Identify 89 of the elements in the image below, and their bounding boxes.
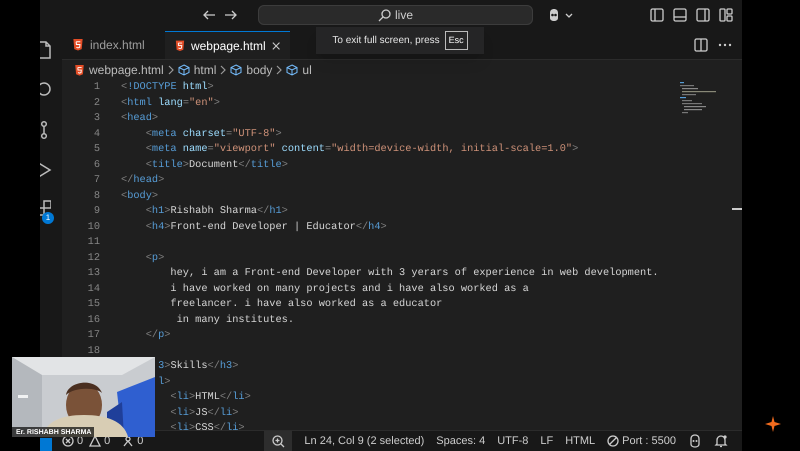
zoom-in-icon xyxy=(272,434,285,448)
breadcrumb-item[interactable]: ul xyxy=(302,61,312,79)
line-number: 13 xyxy=(86,266,100,282)
goggles-icon[interactable] xyxy=(688,434,702,448)
search-field[interactable]: live xyxy=(258,5,533,25)
cube-icon xyxy=(230,64,242,76)
blocks-icon[interactable] xyxy=(40,200,51,216)
line-number: 14 xyxy=(86,282,100,297)
line-number: 9 xyxy=(92,204,100,220)
breadcrumb-item[interactable]: html xyxy=(194,61,216,79)
code-line: </head> xyxy=(121,173,164,188)
html-file-icon xyxy=(72,39,84,51)
code-line: <h1>Rishabh Sharma</h1> xyxy=(146,204,288,220)
code-line: freelancer. i have also worked as a educator xyxy=(170,297,442,312)
line-number: 11 xyxy=(86,235,100,250)
search-icon xyxy=(378,8,391,22)
files-icon[interactable] xyxy=(40,40,54,60)
line-number: 8 xyxy=(92,188,100,204)
sidebar-left-icon[interactable] xyxy=(650,8,664,22)
line-number: 12 xyxy=(86,250,100,266)
line-number: 4 xyxy=(92,126,100,142)
status-item[interactable]: HTML xyxy=(565,432,596,450)
line-number: 1 xyxy=(92,80,100,96)
chevron-icon xyxy=(276,65,282,75)
forward-arrow-icon[interactable] xyxy=(224,8,238,22)
back-arrow-icon[interactable] xyxy=(202,8,216,22)
status-item[interactable]: LF xyxy=(540,432,554,450)
spark-icon xyxy=(765,416,781,432)
code-line: <meta charset="UTF-8"> xyxy=(146,126,282,142)
code-line: <li>JS</li> xyxy=(170,406,238,421)
cube-icon xyxy=(178,64,190,76)
code-line: l> xyxy=(158,374,170,390)
error-icon xyxy=(62,435,74,447)
goggles-icon[interactable] xyxy=(547,8,561,22)
play-icon[interactable] xyxy=(40,160,54,180)
port-button[interactable]: Port : 5500 xyxy=(607,432,676,450)
code-line: 3>Skills</h3> xyxy=(158,359,238,374)
code-line: <p> xyxy=(146,250,164,266)
no-entry-icon xyxy=(607,435,620,447)
warning-icon xyxy=(89,435,102,447)
code-line: </p> xyxy=(146,328,170,344)
chevron-icon xyxy=(168,65,174,75)
code-line: <li>HTML</li> xyxy=(170,390,251,406)
code-line: <head> xyxy=(121,111,158,126)
html-file-icon xyxy=(175,40,185,52)
breadcrumb-item[interactable]: webpage.html xyxy=(89,61,164,79)
line-number: 18 xyxy=(86,344,100,359)
status-item[interactable]: UTF-8 xyxy=(497,432,528,450)
split-editor-icon[interactable] xyxy=(694,38,708,52)
code-line: <li>CSS</li> xyxy=(170,421,245,430)
line-number: 7 xyxy=(92,173,100,188)
line-number: 15 xyxy=(86,297,100,312)
code-line: hey, i am a Front-end Developer with 3 yerars of experience in web development. xyxy=(170,266,659,282)
line-number: 10 xyxy=(86,220,100,235)
code-line: i have worked on many projects and i have also worked as a xyxy=(170,282,529,297)
more-icon[interactable] xyxy=(718,43,732,47)
scroll-marker xyxy=(732,208,742,210)
minimap xyxy=(680,82,716,114)
antenna-icon xyxy=(122,435,134,447)
line-number: 6 xyxy=(92,158,100,173)
line-number: 5 xyxy=(92,142,100,158)
cube-icon xyxy=(286,64,298,76)
editor-tab[interactable]: webpage.html xyxy=(165,31,290,59)
line-number: 2 xyxy=(92,96,100,111)
code-line: in many institutes. xyxy=(176,312,294,328)
code-line: <h4>Front-end Developer | Educator</h4> xyxy=(146,220,387,235)
line-number: 16 xyxy=(86,312,100,328)
chevron-icon xyxy=(220,65,226,75)
layout-icon[interactable] xyxy=(719,8,733,22)
bell-icon[interactable] xyxy=(714,434,728,448)
code-line: <!DOCTYPE html> xyxy=(121,80,214,96)
code-line: <body> xyxy=(121,188,158,204)
status-item[interactable]: Spaces: 4 xyxy=(436,432,486,450)
key-label: Esc xyxy=(444,30,468,50)
status-item[interactable]: Ln 24, Col 9 (2 selected) xyxy=(304,432,424,450)
zoom-button[interactable] xyxy=(264,430,292,451)
panel-bottom-icon[interactable] xyxy=(673,8,687,22)
close-icon[interactable] xyxy=(272,40,280,50)
line-number: 3 xyxy=(92,111,100,126)
toast-text: To exit full screen, press xyxy=(332,34,440,48)
code-line: <html lang="en"> xyxy=(121,96,220,111)
html-file-icon xyxy=(74,64,85,76)
sidebar-right-icon[interactable] xyxy=(696,8,710,22)
chevron-down-icon[interactable] xyxy=(565,12,573,18)
code-line: <meta name="viewport" content="width=device-width, initial-scale=1.0"> xyxy=(146,142,578,158)
breadcrumb-item[interactable]: body xyxy=(246,61,272,79)
line-number: 17 xyxy=(86,328,100,344)
count-badge: 1 xyxy=(42,212,54,224)
code-line: <title>Document</title> xyxy=(146,158,288,173)
